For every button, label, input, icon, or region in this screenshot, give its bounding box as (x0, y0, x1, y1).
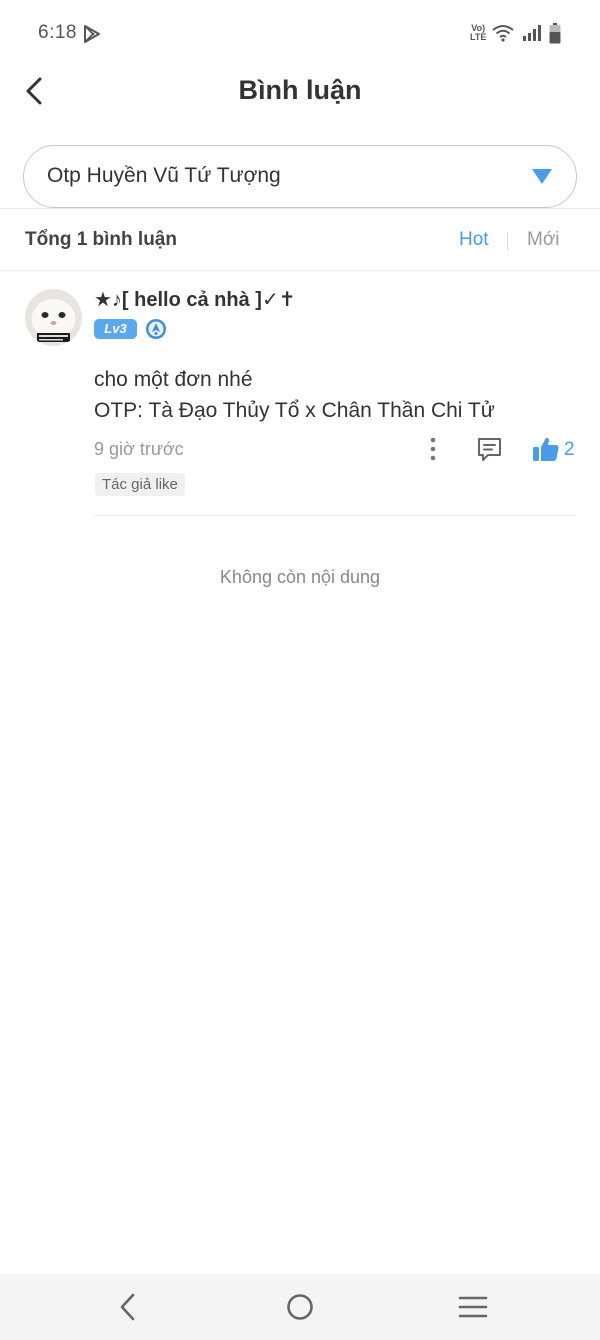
battery-icon (549, 23, 561, 44)
sort-new-tab[interactable]: Mới (527, 229, 560, 251)
avatar[interactable] (25, 289, 82, 346)
volte-indicator: Vo) LTE (470, 23, 487, 42)
reply-icon[interactable] (476, 436, 503, 463)
comment-text: cho một đơn nhé OTP: Tà Đạo Thủy Tổ x Ch… (94, 368, 495, 422)
rank-badge-icon (146, 319, 166, 339)
comment-username[interactable]: ★♪[ hello cả nhà ]✓✝ (94, 287, 295, 312)
divider (94, 515, 575, 516)
nav-back-icon[interactable] (114, 1292, 142, 1322)
play-store-icon (84, 25, 100, 43)
divider (0, 208, 600, 209)
system-nav-bar (0, 1274, 600, 1340)
nav-recents-icon[interactable] (458, 1294, 488, 1320)
page-title: Bình luận (238, 75, 362, 105)
dropdown-arrow-icon (532, 169, 552, 184)
nav-home-icon[interactable] (285, 1292, 315, 1322)
thumb-up-icon (533, 437, 559, 461)
wifi-icon (492, 25, 514, 42)
status-bar: 6:18 Vo) LTE (0, 0, 600, 66)
comment-count: Tổng 1 bình luận (25, 229, 177, 250)
level-badge: Lv3 (94, 319, 137, 339)
status-time: 6:18 (38, 22, 77, 43)
more-options-icon[interactable] (423, 435, 443, 463)
story-select-dropdown[interactable]: Otp Huyền Vũ Tứ Tượng (23, 145, 577, 208)
comment-time: 9 giờ trước (94, 439, 184, 459)
signal-icon (523, 25, 541, 41)
story-select-value: Otp Huyền Vũ Tứ Tượng (47, 164, 281, 187)
sort-hot-tab[interactable]: Hot (459, 229, 489, 251)
like-count: 2 (564, 439, 575, 460)
header: Bình luận (0, 66, 600, 120)
no-more-content-label: Không còn nội dung (219, 567, 381, 587)
author-like-tag: Tác giả like (95, 473, 185, 496)
like-button[interactable]: 2 (532, 434, 580, 464)
sort-separator (507, 232, 508, 250)
divider (0, 270, 600, 271)
